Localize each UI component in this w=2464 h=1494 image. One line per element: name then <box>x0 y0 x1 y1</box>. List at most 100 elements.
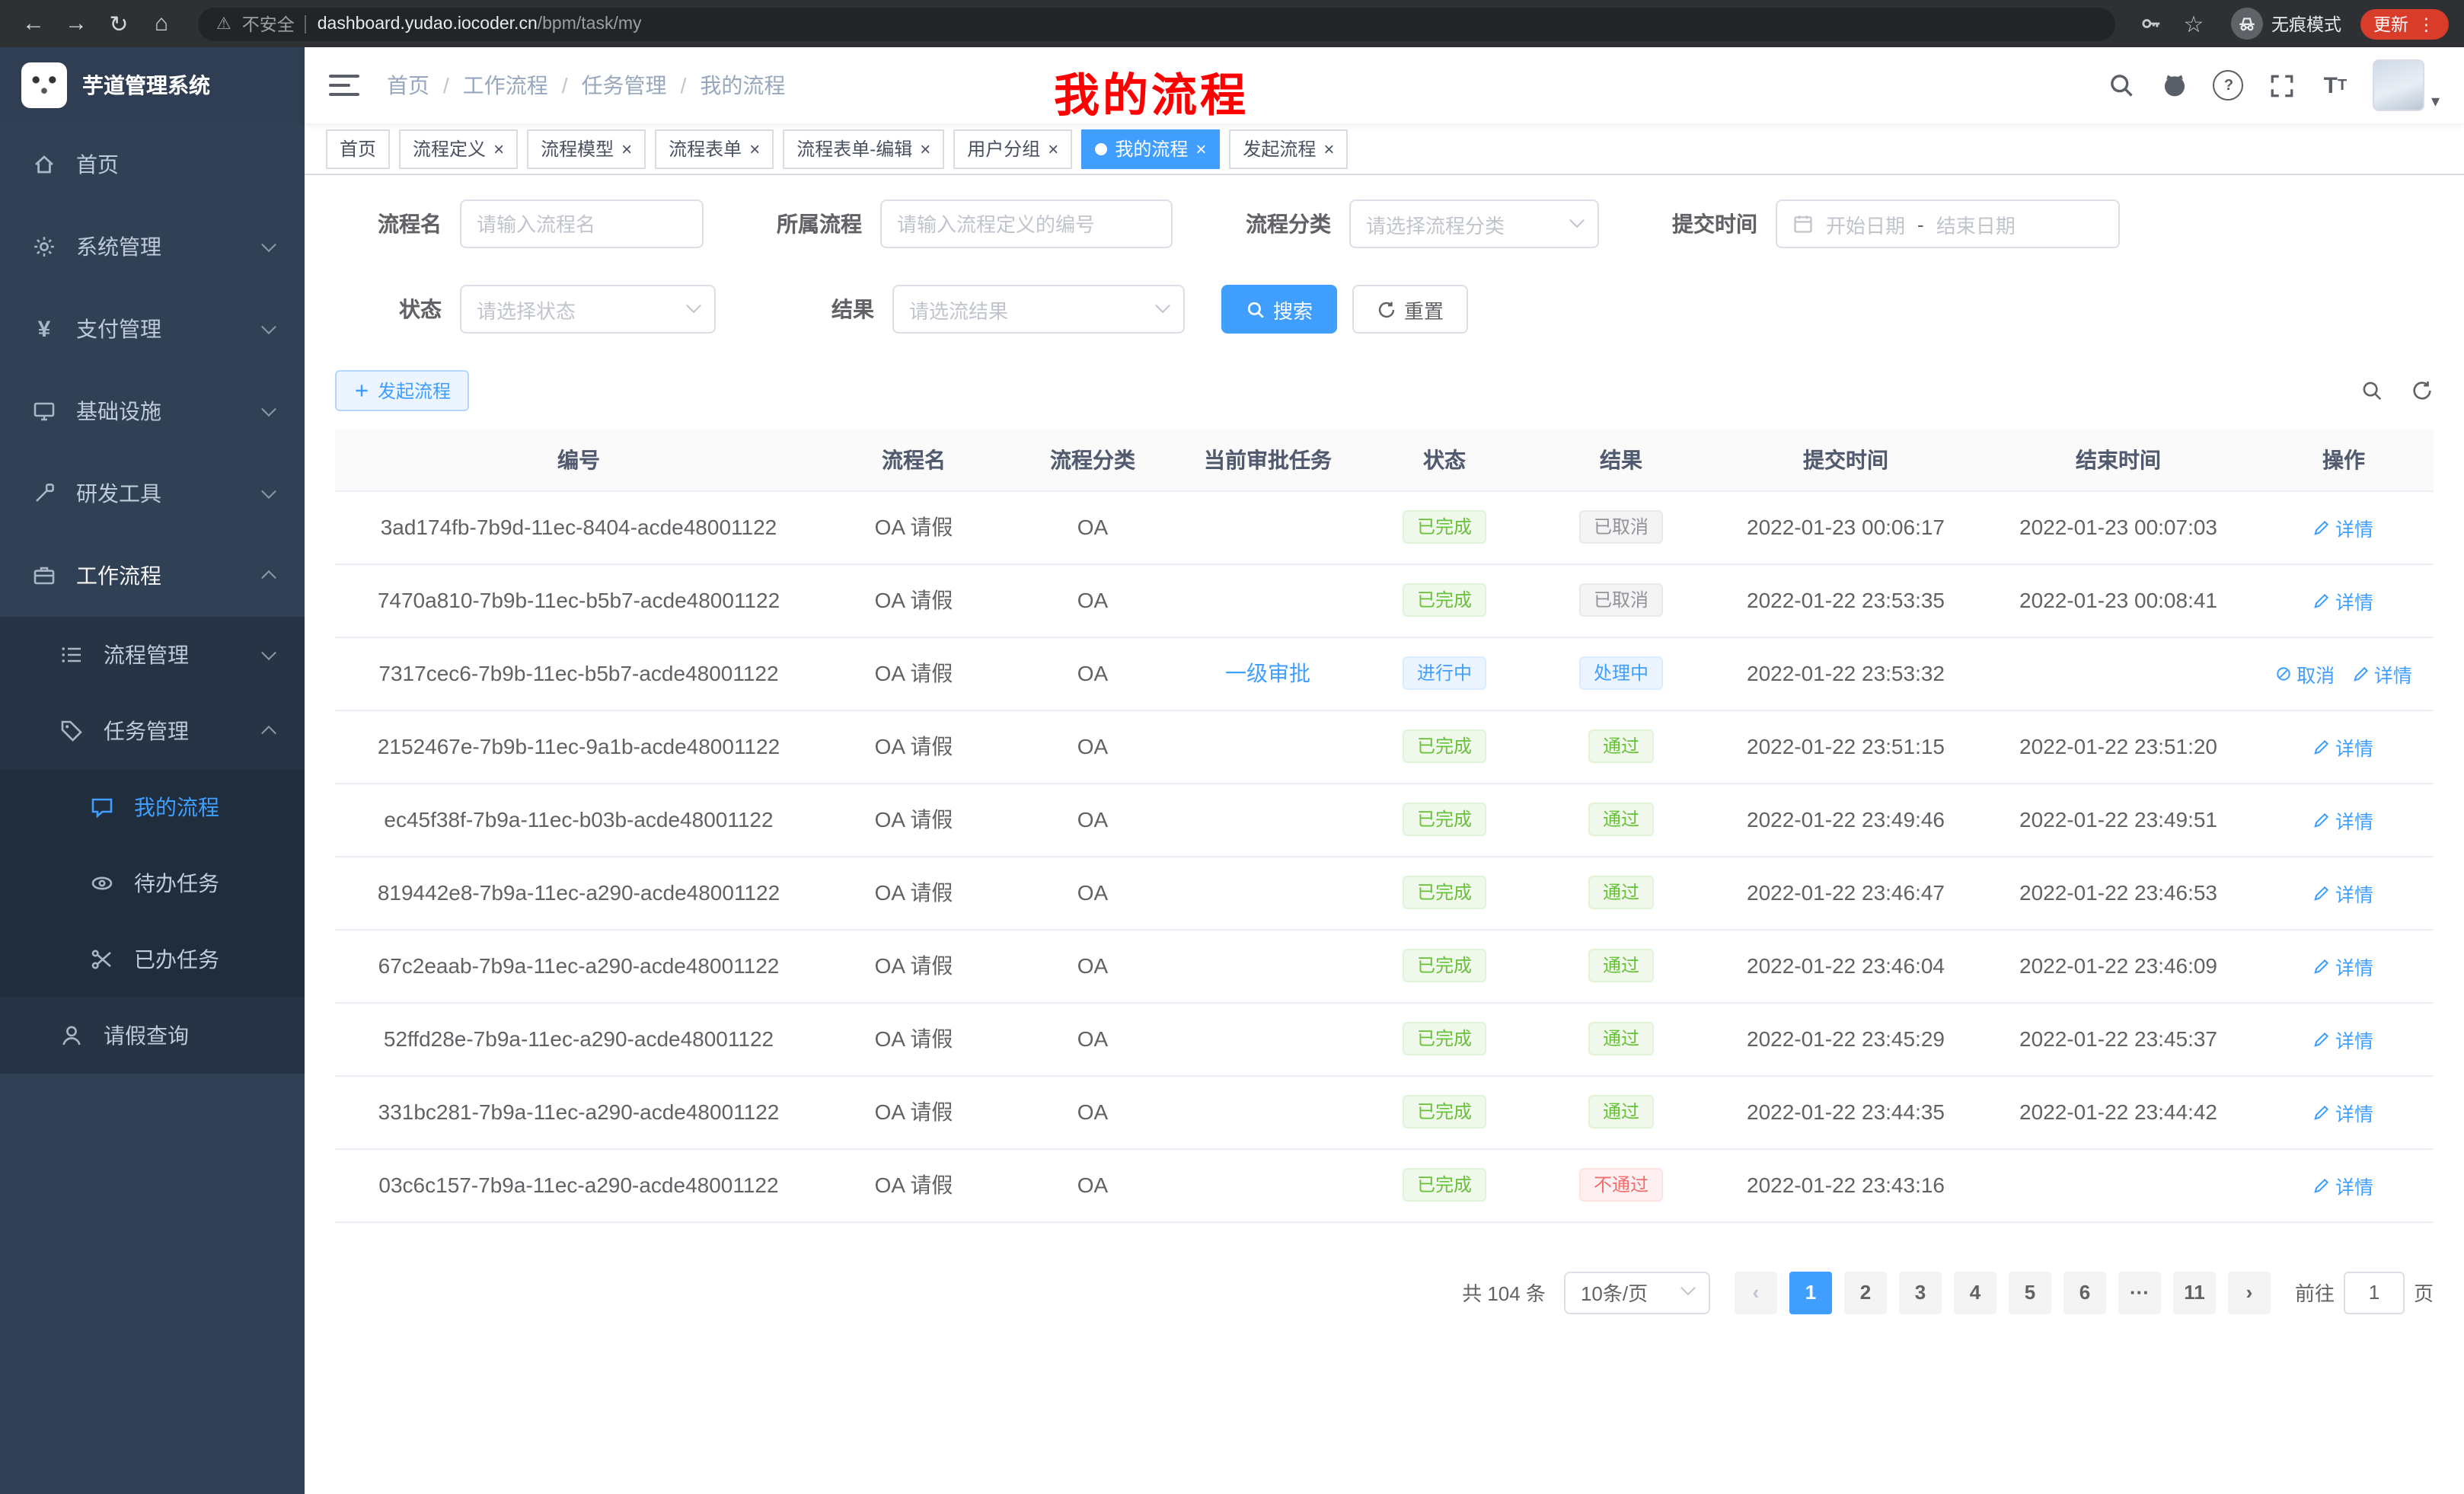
page-size-select[interactable]: 10条/页 <box>1564 1271 1710 1314</box>
sidebar-item-system[interactable]: 系统管理 <box>0 206 305 288</box>
detail-link[interactable]: 详情 <box>2314 878 2373 907</box>
submit-time-range-picker[interactable]: 开始日期 - 结束日期 <box>1776 200 2120 248</box>
sidebar-item-infrastructure[interactable]: 基础设施 <box>0 370 305 452</box>
page-button-4[interactable]: 4 <box>1954 1271 1996 1314</box>
prev-page-button[interactable]: ‹ <box>1735 1271 1777 1314</box>
search-icon[interactable] <box>2107 70 2137 101</box>
user-menu[interactable]: ▾ <box>2373 59 2440 111</box>
github-icon[interactable] <box>2160 70 2191 101</box>
sidebar-item-my-process[interactable]: 我的流程 <box>0 769 305 845</box>
goto-page-input[interactable] <box>2344 1271 2405 1314</box>
app-logo[interactable]: 芋道管理系统 <box>0 47 305 123</box>
close-icon[interactable]: × <box>1048 139 1058 158</box>
detail-link[interactable]: 详情 <box>2314 805 2373 834</box>
reset-button[interactable]: 重置 <box>1352 285 1468 334</box>
page-button-3[interactable]: 3 <box>1899 1271 1942 1314</box>
start-date-placeholder[interactable]: 开始日期 <box>1826 209 1905 238</box>
detail-link[interactable]: 详情 <box>2314 1097 2373 1126</box>
end-date-placeholder[interactable]: 结束日期 <box>1936 209 2016 238</box>
close-icon[interactable]: × <box>749 139 760 158</box>
current-task-link[interactable]: 一级审批 <box>1225 661 1310 685</box>
more-pages-button[interactable]: ··· <box>2118 1271 2161 1314</box>
password-key-icon[interactable] <box>2133 5 2169 42</box>
forward-icon[interactable]: → <box>58 5 94 42</box>
process-id: ec45f38f-7b9a-11ec-b03b-acde48001122 <box>384 807 773 832</box>
page-content: 流程名 所属流程 流程分类 请选择流程分类 提交时间 <box>305 175 2464 1494</box>
page-button-6[interactable]: 6 <box>2063 1271 2106 1314</box>
browser-update-button[interactable]: 更新 ⋮ <box>2360 8 2449 39</box>
breadcrumb-task-mgmt[interactable]: 任务管理 <box>582 70 667 101</box>
page-button-1[interactable]: 1 <box>1789 1271 1832 1314</box>
tab-process-form-edit[interactable]: 流程表单-编辑 × <box>783 129 944 168</box>
col-name: 流程名 <box>882 448 946 472</box>
page-button-5[interactable]: 5 <box>2009 1271 2051 1314</box>
tab-home[interactable]: 首页 <box>326 129 390 168</box>
breadcrumb: 首页 工作流程 任务管理 我的流程 <box>387 70 785 101</box>
start-process-button[interactable]: 发起流程 <box>335 370 469 411</box>
detail-link[interactable]: 详情 <box>2314 1170 2373 1199</box>
page-button-2[interactable]: 2 <box>1844 1271 1887 1314</box>
close-icon[interactable]: × <box>1323 139 1334 158</box>
address-bar[interactable]: ⚠ 不安全 dashboard.yudao.iocoder.cn/bpm/tas… <box>198 7 2115 40</box>
process-category: OA <box>1077 515 1108 539</box>
fullscreen-icon[interactable] <box>2267 70 2297 101</box>
tab-user-group[interactable]: 用户分组 × <box>953 129 1072 168</box>
refresh-icon[interactable] <box>2411 379 2434 402</box>
sidebar-item-home[interactable]: 首页 <box>0 123 305 206</box>
help-icon[interactable]: ? <box>2213 70 2244 101</box>
breadcrumb-home[interactable]: 首页 <box>387 70 429 101</box>
tab-my-process[interactable]: 我的流程 × <box>1081 129 1220 168</box>
search-button[interactable]: 搜索 <box>1221 285 1337 334</box>
bookmark-star-icon[interactable]: ☆ <box>2175 5 2212 42</box>
breadcrumb-workflow[interactable]: 工作流程 <box>463 70 548 101</box>
home-icon[interactable]: ⌂ <box>143 5 180 42</box>
detail-link[interactable]: 详情 <box>2314 586 2373 615</box>
font-size-icon[interactable] <box>2320 70 2351 101</box>
sidebar-item-payment[interactable]: 支付管理 <box>0 288 305 370</box>
tab-process-definition[interactable]: 流程定义 × <box>399 129 518 168</box>
detail-link[interactable]: 详情 <box>2314 1024 2373 1053</box>
next-page-button[interactable]: › <box>2228 1271 2271 1314</box>
sidebar-item-todo-tasks[interactable]: 待办任务 <box>0 845 305 921</box>
back-icon[interactable]: ← <box>15 5 52 42</box>
close-icon[interactable]: × <box>920 139 930 158</box>
tab-process-form[interactable]: 流程表单 × <box>655 129 774 168</box>
owner-process-input[interactable] <box>897 212 1156 235</box>
not-secure-label[interactable]: 不安全 <box>242 11 295 36</box>
close-icon[interactable]: × <box>1195 139 1206 158</box>
detail-link[interactable]: 详情 <box>2353 659 2412 688</box>
result-select[interactable]: 请选流结果 <box>892 285 1185 334</box>
process-category: OA <box>1077 734 1108 758</box>
reload-icon[interactable]: ↻ <box>101 5 137 42</box>
cancel-link[interactable]: 取消 <box>2275 659 2335 688</box>
breadcrumb-separator <box>681 73 687 97</box>
sidebar-item-leave-query[interactable]: 请假查询 <box>0 998 305 1074</box>
table-row: 7317cec6-7b9b-11ec-b5b7-acde48001122 OA … <box>335 637 2434 710</box>
process-name: OA 请假 <box>875 807 953 832</box>
close-icon[interactable]: × <box>621 139 632 158</box>
sidebar-item-workflow[interactable]: 工作流程 <box>0 535 305 617</box>
detail-link[interactable]: 详情 <box>2314 732 2373 761</box>
category-select[interactable]: 请选择流程分类 <box>1349 200 1599 248</box>
detail-link[interactable]: 详情 <box>2314 512 2373 541</box>
toggle-search-icon[interactable] <box>2360 379 2383 402</box>
hamburger-icon[interactable] <box>329 75 359 96</box>
tab-start-process[interactable]: 发起流程 × <box>1229 129 1348 168</box>
page-button-11[interactable]: 11 <box>2173 1271 2216 1314</box>
browser-menu-dots-icon[interactable]: ⋮ <box>2418 13 2435 34</box>
sidebar-item-devtools[interactable]: 研发工具 <box>0 452 305 535</box>
col-submit-time: 提交时间 <box>1803 448 1888 472</box>
process-name-input[interactable] <box>477 212 687 235</box>
process-id: 7317cec6-7b9b-11ec-b5b7-acde48001122 <box>378 661 778 685</box>
close-icon[interactable]: × <box>493 139 504 158</box>
sidebar-item-process-mgmt[interactable]: 流程管理 <box>0 617 305 693</box>
detail-link[interactable]: 详情 <box>2314 951 2373 980</box>
process-name: OA 请假 <box>875 1173 953 1197</box>
status-select[interactable]: 请选择状态 <box>460 285 716 334</box>
process-category: OA <box>1077 1173 1108 1197</box>
tab-process-model[interactable]: 流程模型 × <box>527 129 646 168</box>
sidebar-item-done-tasks[interactable]: 已办任务 <box>0 921 305 998</box>
sidebar-item-task-mgmt[interactable]: 任务管理 <box>0 693 305 769</box>
process-category: OA <box>1077 807 1108 832</box>
incognito-badge[interactable]: 无痕模式 <box>2230 8 2341 40</box>
